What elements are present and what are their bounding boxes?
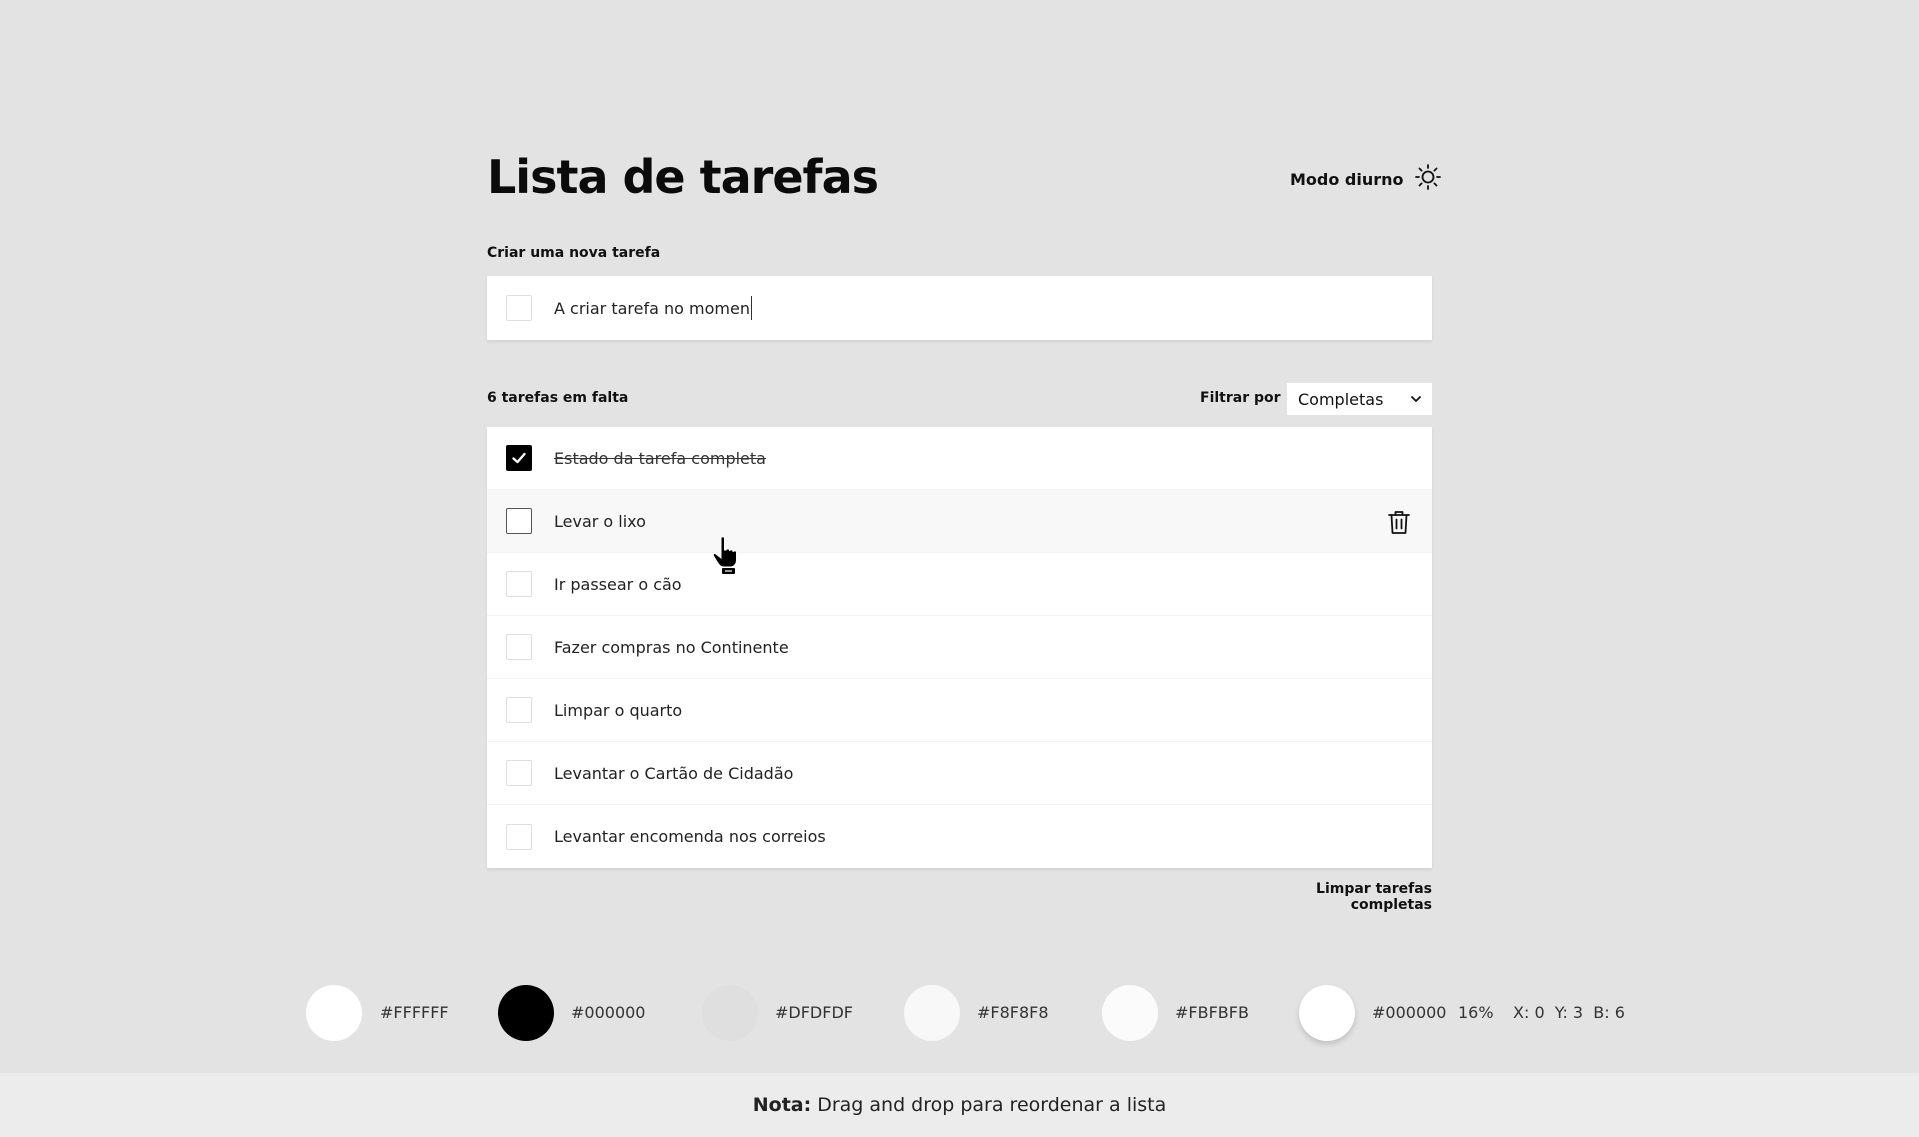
task-text: Levantar o Cartão de Cidadão	[554, 763, 794, 783]
task-row[interactable]: Limpar o quarto	[487, 679, 1432, 742]
swatch-label: #F8F8F8	[977, 1003, 1049, 1022]
task-checkbox[interactable]	[506, 697, 532, 723]
swatch-label: #FBFBFB	[1175, 1003, 1249, 1022]
clear-completed-button[interactable]: Limpar tarefas completas	[1245, 881, 1432, 913]
swatch-label: #FFFFFF	[380, 1003, 449, 1022]
footer-note-text: Drag and drop para reordenar a lista	[817, 1094, 1167, 1116]
trash-icon[interactable]	[1385, 508, 1413, 536]
swatch-light-gray	[702, 985, 758, 1041]
theme-toggle-label: Modo diurno	[1290, 169, 1404, 189]
task-checkbox[interactable]	[506, 571, 532, 597]
hand-pointer-icon	[712, 536, 737, 574]
task-checkbox[interactable]	[506, 508, 532, 534]
footer-note: Nota: Drag and drop para reordenar a lis…	[0, 1073, 1919, 1137]
task-text: Levar o lixo	[554, 511, 646, 531]
text-caret	[750, 296, 752, 320]
task-row[interactable]: Ir passear o cão	[487, 553, 1432, 616]
new-task-input[interactable]: A criar tarefa no momen	[554, 299, 750, 318]
sun-icon	[1414, 163, 1442, 195]
task-row[interactable]: Levantar o Cartão de Cidadão	[487, 742, 1432, 805]
swatch-near-white	[1102, 985, 1158, 1041]
footer-note-label: Nota:	[752, 1094, 812, 1116]
swatch-white	[306, 985, 362, 1041]
filter-label: Filtrar por	[1200, 390, 1281, 406]
task-row[interactable]: Estado da tarefa completa	[487, 427, 1432, 490]
filter-selected-value: Completas	[1298, 389, 1384, 409]
checkmark-icon	[512, 452, 526, 464]
task-row[interactable]: Levantar encomenda nos correios	[487, 805, 1432, 868]
page-title: Lista de tarefas	[487, 150, 879, 204]
swatch-off-white	[904, 985, 960, 1041]
chevron-down-icon	[1410, 390, 1422, 409]
theme-toggle-button[interactable]: Modo diurno	[1290, 164, 1442, 194]
task-text: Limpar o quarto	[554, 700, 683, 720]
task-text: Ir passear o cão	[554, 574, 682, 594]
swatch-shadow	[1299, 985, 1355, 1041]
swatch-label: #000000	[571, 1003, 646, 1022]
task-row[interactable]: Levar o lixo	[487, 490, 1432, 553]
new-task-label: Criar uma nova tarefa	[487, 245, 661, 261]
remaining-count: 6 tarefas em falta	[487, 390, 629, 406]
task-text: Levantar encomenda nos correios	[554, 827, 826, 846]
color-palette: #FFFFFF #000000 #DFDFDF #F8F8F8 #FBFBFB …	[0, 985, 1919, 1041]
task-checkbox-checked[interactable]	[506, 445, 532, 471]
task-checkbox[interactable]	[506, 760, 532, 786]
task-list: Estado da tarefa completa Levar o lixo I…	[487, 427, 1432, 868]
new-task-checkbox[interactable]	[506, 295, 532, 321]
shadow-opacity: 16%	[1458, 1003, 1494, 1022]
task-text: Estado da tarefa completa	[554, 448, 766, 468]
task-checkbox[interactable]	[506, 823, 532, 850]
new-task-container: A criar tarefa no momen	[487, 276, 1432, 340]
new-task-input-wrap: A criar tarefa no momen	[532, 296, 752, 320]
swatch-black	[498, 985, 554, 1041]
page: Lista de tarefas Modo diurno Criar uma n…	[0, 0, 1919, 1137]
task-text: Fazer compras no Continente	[554, 637, 789, 657]
shadow-offsets: X: 0 Y: 3 B: 6	[1513, 1003, 1625, 1022]
swatch-label: #000000	[1372, 1003, 1447, 1022]
filter-select[interactable]: Completas	[1287, 383, 1432, 415]
task-row[interactable]: Fazer compras no Continente	[487, 616, 1432, 679]
swatch-label: #DFDFDF	[775, 1003, 853, 1022]
task-checkbox[interactable]	[506, 634, 532, 660]
